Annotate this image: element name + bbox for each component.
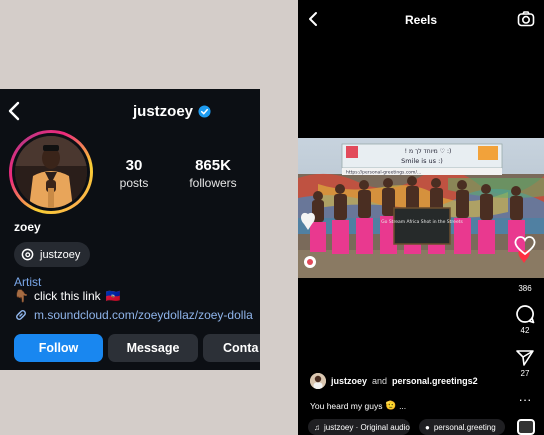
author-avatar[interactable] [310,373,326,389]
haiti-flag-emoji: 🇭🇹 [105,289,121,303]
followers-count: 865K [195,157,231,174]
profile-link[interactable]: m.soundcloud.com/zoeydollaz/zoey-dolla [14,308,253,322]
stat-followers[interactable]: 865K followers [182,157,244,190]
reel-caption[interactable]: You heard my guys 🫡 ... [310,400,406,411]
tagged-user-chip[interactable]: ● personal.greeting [419,419,505,435]
like-count: 386 [518,284,532,293]
caption-text: You heard my guys [310,400,383,411]
author-avatar-photo [310,373,326,389]
music-note-icon: ♫ [314,422,320,432]
pointing-down-emoji: 👇🏾 [14,289,29,303]
contact-button[interactable]: Conta [203,334,260,362]
verified-badge-icon [198,105,211,118]
reel-authors[interactable]: justzoey and personal.greetings2 [310,373,478,389]
comment-icon[interactable] [515,304,535,324]
camera-icon[interactable] [517,10,535,28]
message-button[interactable]: Message [108,334,198,362]
profile-panel: justzoey 30 posts 865K followers zoey ju… [0,89,260,370]
profile-name: zoey [14,220,41,234]
like-action[interactable] [510,234,540,256]
reel-video[interactable]: ! מיוחד לך מ ♡ :) Smile is us :) https:/… [298,138,544,278]
person-icon: ● [425,422,430,432]
share-count: 27 [520,369,530,378]
follow-button[interactable]: Follow [14,334,103,362]
more-options-icon[interactable]: ··· [510,392,540,407]
chalkboard-text: Go Stream Africa Shot in the Streets [381,219,463,225]
author-name[interactable]: justzoey [331,376,367,386]
story-ring[interactable] [9,130,93,214]
bio-text: click this link [33,289,101,303]
reel-video-frame: ! מיוחד לך מ ♡ :) Smile is us :) https:/… [298,138,544,278]
collaborator-name[interactable]: personal.greetings2 [392,376,478,386]
comment-action[interactable]: 42 [510,304,540,335]
threads-handle: justzoey [40,248,81,261]
reels-panel: Reels ! מיוחד לך מ ♡:) Smile is us:) h… [298,0,544,435]
stat-posts[interactable]: 30 posts [112,157,156,190]
followers-label: followers [189,176,237,190]
caption-more[interactable]: ... [399,401,406,411]
author-and: and [372,376,388,386]
audio-label: justzoey · Original audio [324,422,410,432]
audio-thumbnail[interactable] [517,419,535,435]
posts-count: 30 [125,157,143,174]
send-icon[interactable] [515,349,535,367]
back-arrow-icon[interactable] [6,101,22,121]
threads-badge[interactable]: justzoey [14,242,91,267]
salute-emoji: 🫡 [385,400,397,410]
posts-label: posts [119,176,149,190]
profile-bio: 👇🏾 click this link 🇭🇹 [14,289,121,303]
threads-icon [21,248,34,261]
reels-title: Reels [404,13,438,27]
heart-icon[interactable] [513,234,537,256]
sign-top-text: ! מיוחד לך מ ♡ :) [405,148,452,155]
share-action[interactable]: 27 [510,349,540,378]
link-icon [16,310,26,320]
profile-handle: justzoey [133,103,194,120]
avatar-photo [15,136,87,208]
link-text: m.soundcloud.com/zoeydollaz/zoey-dolla [34,308,253,322]
profile-handle-header: justzoey [133,103,211,120]
comment-count: 42 [520,326,530,335]
like-count-block: 386 [510,282,540,293]
avatar[interactable] [15,136,87,208]
audio-chip[interactable]: ♫ justzoey · Original audio [308,419,410,435]
tagged-user-label: personal.greeting [433,422,496,432]
sign-url-text: https://personal-greetings.com/... [346,170,421,176]
sign-smile-text: Smile is us :) [401,157,443,165]
profile-category: Artist [14,275,42,289]
